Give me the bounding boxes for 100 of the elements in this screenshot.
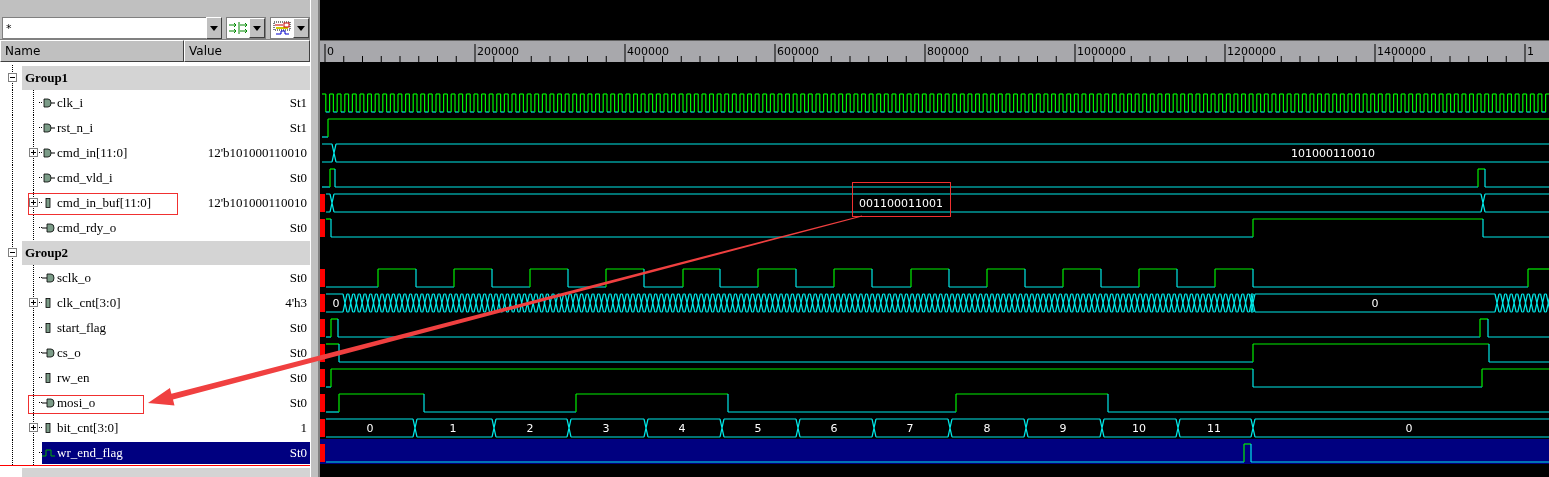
signal-row[interactable]: mosi_o St0 [42,391,310,414]
bus-value: 9 [1059,422,1067,435]
dropdown-button[interactable] [206,17,222,39]
signal-row[interactable]: clk_i St1 [42,91,310,114]
dropdown-arrow-icon [297,25,305,31]
bus-value: 4 [678,422,686,435]
signal-name: clk_cnt[3:0] [57,294,121,311]
signal-row[interactable]: wr_end_flag St0 [42,441,310,464]
time-label: 1200000 [1227,45,1276,58]
output-port-icon [42,272,56,283]
signal-row[interactable]: cs_o St0 [42,341,310,364]
signal-value: 4'h3 [285,294,307,311]
signal-value: St0 [289,344,307,361]
signal-row[interactable]: cmd_vld_i St0 [42,166,310,189]
collapse-icon[interactable] [8,73,17,82]
signal-name: bit_cnt[3:0] [57,419,119,436]
bus-value: 11 [1207,422,1221,435]
time-label: 800000 [927,45,969,58]
wave-format-button[interactable] [270,17,310,39]
expand-icon[interactable] [29,298,38,307]
expand-icon[interactable] [29,198,38,207]
group-name: Group2 [24,244,69,261]
time-label: 400000 [627,45,669,58]
bus-value: 0 [1371,297,1379,310]
time-label: 1000000 [1077,45,1126,58]
signal-row[interactable]: start_flag St0 [42,316,310,339]
signal-name: cmd_vld_i [57,169,113,186]
bus-value: 5 [754,422,762,435]
filter-field[interactable]: * [2,17,206,39]
bus-value: 8 [983,422,991,435]
input-port-icon [42,147,56,158]
signal-row[interactable]: sclk_o St0 [42,266,310,289]
output-port-icon [42,347,56,358]
signal-value: 1 [300,419,307,436]
signal-value: St0 [289,444,307,461]
output-port-icon [42,222,56,233]
time-label: 1 [1527,45,1534,58]
signal-name: cmd_in_buf[11:0] [57,194,152,211]
signal-row[interactable]: clk_cnt[3:0] 4'h3 [42,291,310,314]
time-label: 1400000 [1377,45,1426,58]
signal-arrows-button[interactable] [226,17,266,39]
bus-value: 101000110010 [1291,147,1375,160]
signal-name: start_flag [57,319,107,336]
signal-value: St0 [289,169,307,186]
bus-value: 10 [1132,422,1146,435]
signal-name: wr_end_flag [57,444,123,461]
signal-value: St0 [289,269,307,286]
signal-value: St0 [289,319,307,336]
group-name: Group1 [24,69,69,86]
signal-row[interactable]: rw_en St0 [42,366,310,389]
time-label: 200000 [477,45,519,58]
bus-value: 001100011001 [859,197,943,210]
signal-name: cmd_in[11:0] [57,144,128,161]
bus-value: 1 [449,422,457,435]
arrows-icon [229,22,247,34]
bus-value: 7 [906,422,914,435]
signal-name: cmd_rdy_o [57,219,117,236]
signal-name: rw_en [57,369,90,386]
signal-value: St1 [289,119,307,136]
signal-row[interactable]: bit_cnt[3:0] 1 [42,416,310,439]
signal-row[interactable]: cmd_rdy_o St0 [42,216,310,239]
signal-name: clk_i [57,94,83,111]
output-port-icon [42,397,56,408]
signal-name: cs_o [57,344,81,361]
signal-name: rst_n_i [57,119,94,136]
waveform-format-icon [273,21,291,35]
expand-icon[interactable] [29,148,38,157]
pulse-icon [42,447,56,458]
signal-value: 12'b101000110010 [207,194,307,211]
time-label: 0 [327,45,334,58]
signal-row[interactable]: cmd_in[11:0] 12'b101000110010 [42,141,310,164]
group-header[interactable]: Group1 [22,65,310,90]
signal-name: mosi_o [57,394,96,411]
collapse-icon[interactable] [8,248,17,257]
bus-value: 0 [332,297,340,310]
signal-value: St0 [289,394,307,411]
signal-row[interactable]: cmd_in_buf[11:0] 12'b101000110010 [42,191,310,214]
input-port-icon [42,172,56,183]
bus-value: 0 [1405,422,1413,435]
bus-value: 3 [602,422,610,435]
signal-name: sclk_o [57,269,91,286]
time-ruler[interactable] [320,41,1549,62]
input-port-icon [42,122,56,133]
bus-value: 2 [526,422,534,435]
signal-value: 12'b101000110010 [207,144,307,161]
dropdown-arrow-icon [210,25,218,31]
signal-value: St0 [289,219,307,236]
signal-row[interactable]: rst_n_i St1 [42,116,310,139]
signal-value: St1 [289,94,307,111]
bus-value: 6 [830,422,838,435]
column-header[interactable]: Value [184,40,310,62]
group-header[interactable]: Group2 [22,240,310,265]
time-label: 600000 [777,45,819,58]
splitter[interactable] [310,0,320,477]
dropdown-arrow-icon [253,25,261,31]
column-header[interactable]: Name [0,40,184,62]
expand-icon[interactable] [29,423,38,432]
input-port-icon [42,97,56,108]
bus-value: 0 [366,422,374,435]
signal-value: St0 [289,369,307,386]
